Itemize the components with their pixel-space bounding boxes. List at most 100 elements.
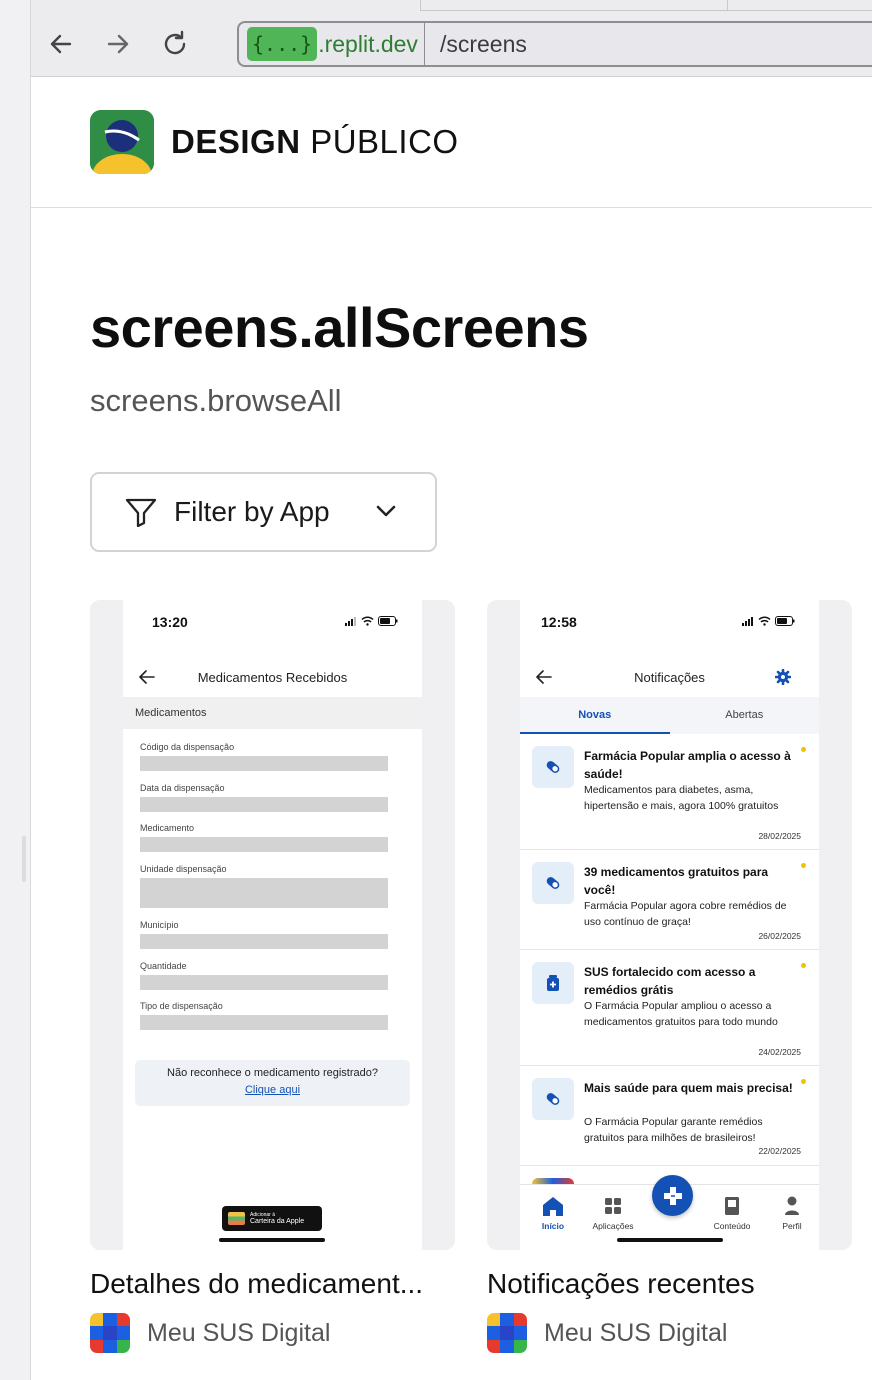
book-icon bbox=[725, 1197, 739, 1215]
nav-aplicacoes: Aplicações bbox=[583, 1195, 643, 1231]
field-placeholder bbox=[140, 975, 388, 990]
screen-card-medicamentos[interactable]: 13:20 Medicamentos Recebidos Medicamento… bbox=[90, 600, 455, 1250]
back-arrow-icon bbox=[536, 670, 552, 684]
signal-icon bbox=[742, 616, 753, 626]
flag-logo-icon bbox=[90, 110, 154, 174]
notification-date: 22/02/2025 bbox=[758, 1146, 801, 1156]
app-name: Meu SUS Digital bbox=[147, 1318, 331, 1347]
card-app[interactable]: Meu SUS Digital bbox=[90, 1312, 330, 1354]
filter-by-app-dropdown[interactable]: Filter by App bbox=[90, 472, 437, 552]
field-placeholder bbox=[140, 1015, 388, 1030]
address-path: /screens bbox=[439, 30, 527, 57]
filter-label: Filter by App bbox=[174, 496, 330, 527]
pill-icon bbox=[532, 746, 574, 788]
status-time: 12:58 bbox=[541, 614, 577, 630]
notification-title: Farmácia Popular amplia o acesso à saúde… bbox=[584, 749, 791, 781]
battery-icon bbox=[378, 616, 398, 626]
field-placeholder bbox=[140, 934, 388, 949]
field-codigo: Código da dispensação bbox=[140, 742, 388, 771]
wifi-icon bbox=[758, 616, 771, 626]
field-label: Município bbox=[140, 920, 179, 930]
field-label: Tipo de dispensação bbox=[140, 1001, 223, 1011]
nav-label: Perfil bbox=[782, 1221, 802, 1231]
screen-header: Notificações bbox=[520, 656, 819, 698]
sus-cross-icon bbox=[663, 1186, 682, 1205]
unread-dot bbox=[801, 1079, 806, 1084]
resize-handle[interactable] bbox=[22, 836, 26, 882]
medicine-bottle-icon bbox=[532, 962, 574, 1004]
brand-light: PÚBLICO bbox=[310, 123, 459, 160]
notification-body: Medicamentos para diabetes, asma, hipert… bbox=[584, 784, 779, 812]
field-medicamento: Medicamento bbox=[140, 823, 388, 852]
unread-dot bbox=[801, 963, 806, 968]
wallet-line2: Carteira da Apple bbox=[250, 1218, 305, 1225]
help-link: Clique aqui bbox=[244, 1084, 301, 1096]
tab-novas: Novas bbox=[520, 697, 670, 734]
notification-body: O Farmácia Popular garante remédios grat… bbox=[584, 1116, 763, 1144]
user-icon bbox=[785, 1196, 799, 1215]
phone-screenshot: 13:20 Medicamentos Recebidos Medicamento… bbox=[123, 600, 422, 1250]
chevron-down-icon bbox=[376, 505, 396, 517]
apple-wallet-button: Adicionar à Carteira da Apple bbox=[222, 1206, 322, 1231]
unread-dot bbox=[801, 863, 806, 868]
app-name: Meu SUS Digital bbox=[544, 1318, 728, 1347]
meu-sus-app-icon bbox=[90, 1313, 130, 1353]
brand-bold: DESIGN bbox=[171, 123, 301, 160]
brand-name[interactable]: DESIGN PÚBLICO bbox=[171, 123, 459, 161]
field-label: Quantidade bbox=[140, 961, 187, 971]
field-quantidade: Quantidade bbox=[140, 961, 388, 990]
field-placeholder bbox=[140, 878, 388, 908]
nav-perfil: Perfil bbox=[762, 1195, 819, 1231]
address-bar[interactable]: {...} .replit.dev /screens bbox=[237, 21, 872, 67]
nav-conteudo: Conteúdo bbox=[702, 1195, 762, 1231]
card-title[interactable]: Detalhes do medicament... bbox=[90, 1268, 423, 1300]
notification-body: Farmácia Popular agora cobre remédios de… bbox=[584, 900, 787, 928]
screen-header: Medicamentos Recebidos bbox=[123, 656, 422, 698]
filter-icon bbox=[125, 498, 157, 527]
address-domain: .replit.dev bbox=[318, 30, 418, 57]
card-app[interactable]: Meu SUS Digital bbox=[487, 1312, 727, 1354]
notification-item: Farmácia Popular amplia o acesso à saúde… bbox=[520, 734, 819, 850]
nav-label: Conteúdo bbox=[713, 1221, 751, 1231]
field-municipio: Município bbox=[140, 920, 388, 949]
field-placeholder bbox=[140, 797, 388, 812]
home-icon bbox=[543, 1197, 563, 1216]
nav-inicio: Início bbox=[523, 1195, 583, 1231]
back-arrow-icon bbox=[139, 670, 155, 684]
field-placeholder bbox=[140, 756, 388, 771]
notification-title: 39 medicamentos gratuitos para você! bbox=[584, 865, 769, 897]
nav-label: Início bbox=[541, 1221, 565, 1231]
address-divider bbox=[423, 21, 425, 67]
meu-sus-app-icon bbox=[487, 1313, 527, 1353]
tab-abertas: Abertas bbox=[725, 709, 764, 721]
home-indicator bbox=[219, 1238, 325, 1242]
help-box: Não reconhece o medicamento registrado? … bbox=[135, 1060, 410, 1106]
page-title: screens.allScreens bbox=[90, 296, 589, 359]
status-icons bbox=[742, 616, 795, 626]
phone-screenshot: 12:58 Notificações Novas Abertas Farmáci… bbox=[520, 600, 819, 1250]
back-button[interactable] bbox=[45, 28, 77, 60]
forward-button[interactable] bbox=[102, 28, 134, 60]
notification-title: Mais saúde para quem mais precisa! bbox=[584, 1081, 793, 1095]
brand-logo[interactable] bbox=[90, 110, 154, 174]
help-text: Não reconhece o medicamento registrado? bbox=[167, 1067, 378, 1079]
field-unidade: Unidade dispensação bbox=[140, 864, 388, 908]
status-time: 13:20 bbox=[152, 614, 188, 630]
screen-card-notificacoes[interactable]: 12:58 Notificações Novas Abertas Farmáci… bbox=[487, 600, 852, 1250]
field-label: Data da dispensação bbox=[140, 783, 225, 793]
reload-icon bbox=[164, 30, 186, 55]
page-subtitle: screens.browseAll bbox=[90, 383, 342, 418]
card-title[interactable]: Notificações recentes bbox=[487, 1268, 755, 1300]
notification-item: 39 medicamentos gratuitos para você! Far… bbox=[520, 850, 819, 950]
site-header: DESIGN PÚBLICO bbox=[31, 78, 872, 208]
field-label: Código da dispensação bbox=[140, 742, 235, 752]
reload-button[interactable] bbox=[159, 28, 191, 60]
wallet-icon bbox=[228, 1212, 245, 1225]
field-label: Medicamento bbox=[140, 823, 195, 833]
field-label: Unidade dispensação bbox=[140, 864, 227, 874]
notification-date: 24/02/2025 bbox=[758, 1047, 801, 1057]
signal-icon bbox=[345, 616, 356, 626]
field-data: Data da dispensação bbox=[140, 783, 388, 812]
tab-strip bbox=[420, 0, 872, 11]
browser-sidebar-edge bbox=[0, 0, 31, 1380]
